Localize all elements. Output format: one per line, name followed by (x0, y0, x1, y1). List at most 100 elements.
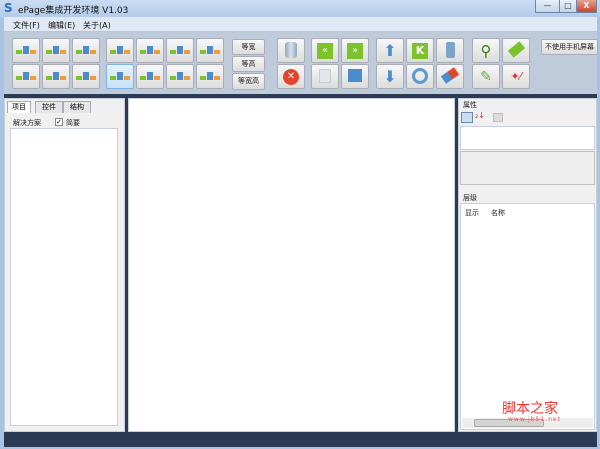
menu-about[interactable]: 关于(A) (83, 20, 111, 31)
paste-icon-part (348, 69, 362, 82)
delete-button[interactable]: ✕ (277, 64, 305, 89)
space-vertical-4-icon-part (207, 45, 213, 54)
align-center-button[interactable] (42, 38, 70, 63)
space-horizontal-3-icon-part (184, 75, 190, 80)
database-icon-part (285, 41, 297, 58)
target-button[interactable] (406, 64, 434, 89)
maximize-button[interactable]: □ (559, 0, 577, 13)
watermark-url: www.jb51.net (508, 416, 561, 423)
align-top-icon-part (16, 75, 22, 80)
space-horizontal-4-icon-part (207, 71, 213, 80)
equal-width-button[interactable]: 等宽 (232, 39, 265, 55)
device-icon-part (445, 41, 455, 58)
tag-icon (507, 41, 525, 58)
paste-button[interactable] (341, 64, 369, 89)
first-k-button[interactable]: K (406, 38, 434, 63)
summary-checkbox[interactable]: ✓ (55, 118, 63, 126)
align-middle-button[interactable] (42, 64, 70, 89)
copy-icon-part (319, 68, 331, 83)
magic-wand-icon-part: ✦⁄ (510, 70, 522, 83)
space-horizontal-4-icon-part (200, 75, 206, 80)
space-horizontal-2-button[interactable] (136, 64, 164, 89)
align-left-icon-part (16, 49, 22, 54)
device-icon (445, 41, 455, 60)
database-button[interactable] (277, 38, 305, 63)
space-horizontal-3-button[interactable] (166, 64, 194, 89)
space-horizontal-4-icon-part (214, 75, 220, 80)
minimize-button[interactable]: — (535, 0, 560, 13)
close-button[interactable]: X (576, 0, 597, 13)
align-center-icon-part (46, 49, 52, 54)
copy-button[interactable] (311, 64, 339, 89)
space-vertical-4-button[interactable] (196, 38, 224, 63)
categorized-icon[interactable] (461, 112, 473, 123)
sort-alpha-icon[interactable]: ₂↓ (475, 111, 485, 120)
solution-label: 解决方案 (13, 119, 41, 127)
space-vertical-2-icon (140, 45, 160, 56)
eraser-button[interactable] (436, 64, 464, 89)
solution-tree[interactable] (10, 128, 118, 426)
align-bottom-icon-part (76, 75, 82, 80)
space-horizontal-3-icon-part (177, 71, 183, 80)
first-icon-part: « (317, 42, 333, 59)
device-button[interactable] (436, 38, 464, 63)
delete-icon: ✕ (283, 68, 299, 85)
align-right-icon-part (76, 49, 82, 54)
align-right-icon-part (83, 45, 89, 54)
equal-size-button[interactable]: 等宽高 (232, 73, 265, 90)
align-top-button[interactable] (12, 64, 40, 89)
align-left-button[interactable] (12, 38, 40, 63)
move-up-icon-part: ⬆ (383, 41, 397, 60)
align-right-button[interactable] (72, 38, 100, 63)
property-grid[interactable] (460, 126, 595, 150)
space-horizontal-icon-part (110, 75, 116, 80)
property-pages-icon[interactable] (493, 113, 503, 122)
tab-controls[interactable]: 控件 (35, 101, 63, 113)
layers-list[interactable] (460, 203, 595, 430)
eraser-icon (440, 67, 460, 84)
space-vertical-2-icon-part (140, 49, 146, 54)
search-icon-part: ⚲ (480, 41, 492, 60)
menu-file[interactable]: 文件(F) (13, 20, 40, 31)
space-vertical-3-button[interactable] (166, 38, 194, 63)
tab-structure[interactable]: 结构 (63, 101, 91, 113)
app-logo-icon: S (4, 1, 13, 15)
align-left-icon (16, 45, 36, 56)
first-k-icon: K (412, 42, 428, 59)
align-top-icon-part (23, 71, 29, 80)
space-vertical-button[interactable] (106, 38, 134, 63)
edit-button[interactable]: ✎ (472, 64, 500, 89)
move-down-button[interactable]: ⬇ (376, 64, 404, 89)
edit-icon-part: ✎ (480, 68, 492, 85)
menu-edit[interactable]: 编辑(E) (48, 20, 75, 31)
space-vertical-3-icon (170, 45, 190, 56)
space-vertical-icon-part (117, 45, 123, 54)
property-description (460, 151, 595, 185)
design-canvas[interactable] (128, 98, 455, 432)
summary-label: 简要 (66, 119, 80, 127)
space-horizontal-button[interactable] (106, 64, 134, 89)
window-title: ePage集成开发环境 V1.03 (18, 6, 129, 16)
equal-height-button[interactable]: 等高 (232, 56, 265, 72)
move-up-button[interactable]: ⬆ (376, 38, 404, 63)
last-button[interactable]: » (341, 38, 369, 63)
target-icon (412, 67, 428, 86)
space-horizontal-2-icon-part (147, 71, 153, 80)
space-vertical-2-button[interactable] (136, 38, 164, 63)
search-button[interactable]: ⚲ (472, 38, 500, 63)
align-middle-icon-part (60, 75, 66, 80)
magic-wand-button[interactable]: ✦⁄ (502, 64, 530, 89)
first-button[interactable]: « (311, 38, 339, 63)
space-vertical-icon-part (110, 49, 116, 54)
last-icon: » (347, 42, 363, 59)
align-bottom-button[interactable] (72, 64, 100, 89)
space-horizontal-4-button[interactable] (196, 64, 224, 89)
space-horizontal-2-icon-part (140, 75, 146, 80)
space-vertical-4-icon-part (200, 49, 206, 54)
properties-title: 属性 (463, 101, 477, 109)
tag-button[interactable] (502, 38, 530, 63)
align-center-icon (46, 45, 66, 56)
tab-project[interactable]: 项目 (7, 101, 31, 113)
no-phone-screen-button[interactable]: 不使用手机屏幕 (541, 39, 598, 55)
space-horizontal-2-icon (140, 71, 160, 82)
